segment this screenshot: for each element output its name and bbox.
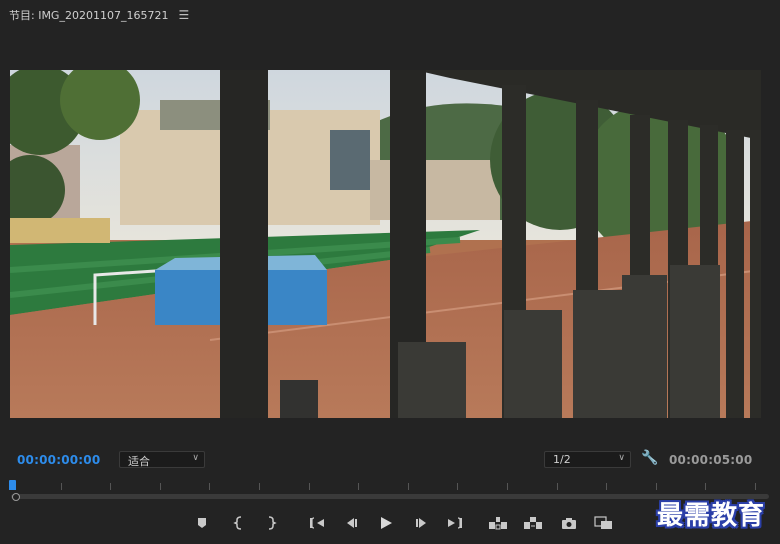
step-back-button[interactable]	[340, 514, 362, 532]
play-button[interactable]	[375, 514, 397, 532]
ruler-tick	[60, 483, 62, 490]
step-forward-icon	[416, 518, 426, 528]
hamburger-menu-icon[interactable]: ☰	[178, 8, 189, 22]
ruler-tick	[110, 483, 112, 490]
go-to-in-icon	[310, 517, 324, 529]
extract-icon	[524, 517, 542, 529]
lift-button[interactable]	[487, 514, 509, 532]
step-back-icon	[347, 518, 357, 528]
ruler-tick	[407, 483, 409, 490]
current-timecode[interactable]: 00:00:00:00	[17, 453, 100, 467]
ruler-tick	[259, 483, 260, 490]
add-marker-button[interactable]	[191, 514, 213, 532]
ruler-tick	[209, 483, 211, 490]
ruler-tick	[457, 483, 459, 490]
zoom-level-value: 适合	[128, 455, 150, 468]
ruler-tick	[655, 483, 657, 490]
monitor-controls-row: 00:00:00:00 适合 ∨ 1/2 ∨ 🔧 00:00:05:00	[0, 448, 780, 472]
comparison-view-button[interactable]	[593, 514, 615, 532]
mark-in-icon	[233, 516, 242, 530]
playback-resolution-value: 1/2	[553, 453, 571, 466]
duration-timecode: 00:00:05:00	[669, 453, 753, 467]
marker-icon	[198, 518, 206, 528]
program-monitor-video[interactable]	[10, 70, 761, 418]
ruler-tick	[308, 483, 310, 490]
playhead-handle[interactable]	[9, 480, 16, 490]
video-frame	[10, 70, 761, 418]
ruler-ticks	[11, 478, 769, 492]
wrench-icon[interactable]: 🔧	[641, 450, 658, 466]
zoom-scrollbar-handle[interactable]	[12, 493, 20, 501]
play-icon	[381, 517, 392, 529]
go-to-out-button[interactable]	[444, 514, 466, 532]
extract-button[interactable]	[522, 514, 544, 532]
ruler-tick	[705, 483, 707, 490]
ruler-tick	[606, 483, 608, 490]
chevron-down-icon: ∨	[618, 453, 625, 463]
zoom-level-dropdown[interactable]: 适合 ∨	[119, 451, 205, 468]
ruler-tick	[556, 483, 558, 490]
panel-title: 节目: IMG_20201107_165721	[9, 9, 169, 22]
panel-header: 节目: IMG_20201107_165721 ☰	[0, 0, 780, 30]
ruler-tick	[507, 483, 508, 490]
go-to-in-button[interactable]	[306, 514, 328, 532]
mark-in-button[interactable]	[228, 514, 250, 532]
ruler-tick	[159, 483, 161, 490]
chevron-down-icon: ∨	[192, 453, 199, 463]
ruler-tick	[358, 483, 360, 490]
go-to-out-icon	[448, 517, 462, 529]
mark-out-icon	[268, 516, 277, 530]
mark-out-button[interactable]	[260, 514, 282, 532]
export-frame-button[interactable]	[558, 514, 580, 532]
zoom-scrollbar-track[interactable]	[11, 494, 769, 499]
playback-resolution-dropdown[interactable]: 1/2 ∨	[544, 451, 631, 468]
lift-icon	[489, 517, 507, 530]
ruler-tick	[755, 483, 756, 490]
watermark-logo: 最需教育	[657, 501, 766, 531]
comparison-icon	[594, 516, 612, 529]
camera-icon	[562, 518, 576, 529]
step-forward-button[interactable]	[411, 514, 433, 532]
